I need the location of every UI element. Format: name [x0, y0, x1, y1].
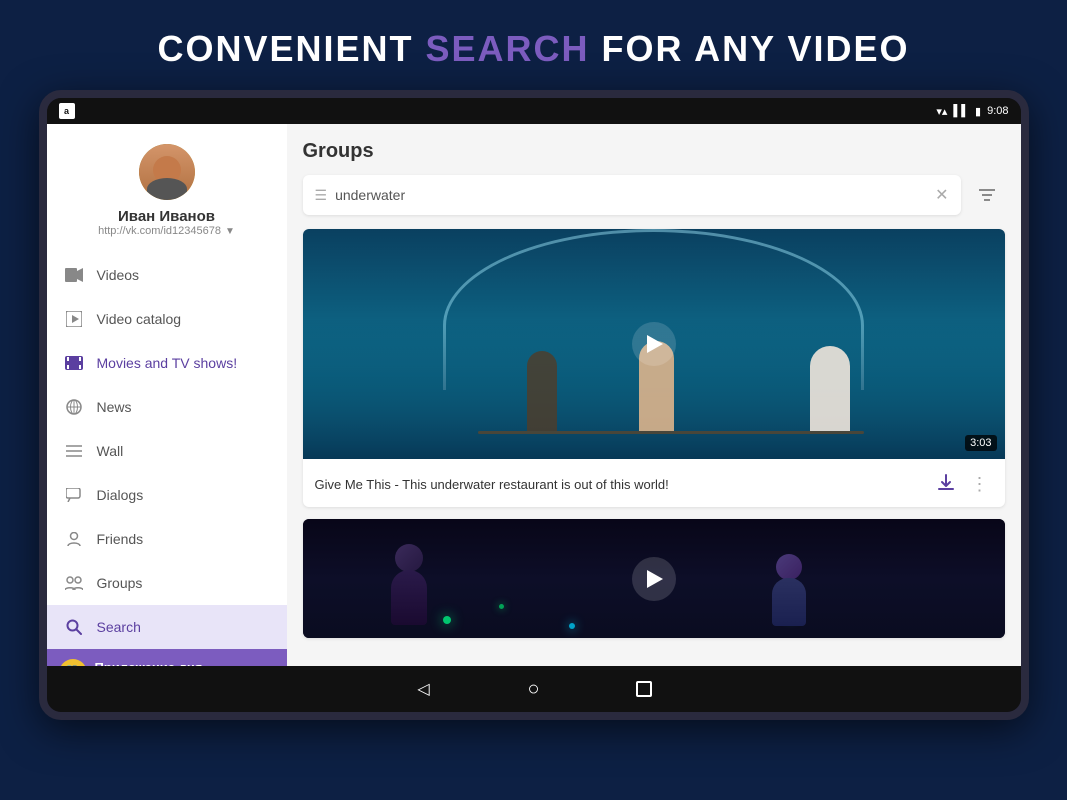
profile-url: http://vk.com/id12345678	[98, 225, 221, 237]
wall-icon	[63, 440, 85, 462]
video-title-1: Give Me This - This underwater restauran…	[315, 477, 925, 492]
sidebar-item-label-friends: Friends	[97, 531, 144, 547]
header-title-part2: FOR ANY VIDEO	[590, 28, 910, 69]
promo-icon: 🏅	[59, 659, 87, 666]
sidebar-item-dialogs[interactable]: Dialogs	[47, 473, 287, 517]
back-button[interactable]: ◁	[409, 674, 439, 704]
status-bar: a ▾▴ ▌▌ ▮ 9:08	[47, 98, 1021, 124]
video-card-2	[303, 519, 1005, 638]
status-bar-left: a	[59, 103, 75, 119]
sidebar-item-label-news: News	[97, 399, 132, 415]
video-catalog-icon	[63, 308, 85, 330]
sidebar-item-label-groups: Groups	[97, 575, 143, 591]
search-nav-icon	[63, 616, 85, 638]
avatar	[139, 144, 195, 200]
header-title: CONVENIENT SEARCH FOR ANY VIDEO	[0, 28, 1067, 70]
play-button-1[interactable]	[632, 322, 676, 366]
videos-icon	[63, 264, 85, 286]
sidebar-item-videos[interactable]: Videos	[47, 253, 287, 297]
filter-button[interactable]	[969, 177, 1005, 213]
sidebar-item-video-catalog[interactable]: Video catalog	[47, 297, 287, 341]
groups-icon	[63, 572, 85, 594]
status-bar-right: ▾▴ ▌▌ ▮ 9:08	[936, 105, 1008, 118]
header-title-highlight: SEARCH	[425, 28, 589, 69]
page-title: Groups	[303, 140, 1005, 163]
news-icon	[63, 396, 85, 418]
signal-icon: ▌▌	[953, 105, 969, 117]
sidebar-profile: Иван Иванов http://vk.com/id12345678 ▼	[47, 124, 287, 249]
sidebar: Иван Иванов http://vk.com/id12345678 ▼ V…	[47, 124, 287, 666]
movies-icon	[63, 352, 85, 374]
battery-icon: ▮	[975, 105, 981, 118]
sidebar-item-movies[interactable]: Movies and TV shows!	[47, 341, 287, 385]
header-title-part1: CONVENIENT	[157, 28, 425, 69]
main-content: Groups ☰ underwater ✕	[287, 124, 1021, 666]
sidebar-item-label-videos: Videos	[97, 267, 140, 283]
time-display: 9:08	[987, 105, 1008, 117]
sidebar-item-label-wall: Wall	[97, 443, 124, 459]
download-icon[interactable]	[933, 469, 959, 500]
sidebar-item-news[interactable]: News	[47, 385, 287, 429]
app-icon: a	[59, 103, 75, 119]
recent-button[interactable]	[629, 674, 659, 704]
sidebar-item-friends[interactable]: Friends	[47, 517, 287, 561]
tablet-content: Иван Иванов http://vk.com/id12345678 ▼ V…	[47, 124, 1021, 666]
header: CONVENIENT SEARCH FOR ANY VIDEO	[0, 0, 1067, 90]
search-query-text: underwater	[335, 187, 927, 203]
video-thumbnail-1[interactable]: 3:03	[303, 229, 1005, 459]
friends-icon	[63, 528, 85, 550]
home-button[interactable]: ○	[519, 674, 549, 704]
sidebar-item-wall[interactable]: Wall	[47, 429, 287, 473]
search-bar-row: ☰ underwater ✕	[303, 175, 1005, 215]
clear-search-icon[interactable]: ✕	[935, 185, 948, 205]
sidebar-item-label-search: Search	[97, 619, 141, 635]
sidebar-item-label-dialogs: Dialogs	[97, 487, 144, 503]
promo-banner[interactable]: 🏅 Приложение дня Скачивай лучшее →	[47, 649, 287, 666]
profile-url-row: http://vk.com/id12345678 ▼	[98, 225, 235, 237]
video-info-row-1: Give Me This - This underwater restauran…	[303, 459, 1005, 507]
play-button-2[interactable]	[632, 557, 676, 601]
sidebar-item-label-movies: Movies and TV shows!	[97, 355, 238, 371]
video-card-1: 3:03 Give Me This - This underwater rest…	[303, 229, 1005, 507]
more-options-icon[interactable]: ⋮	[967, 470, 993, 499]
dialogs-icon	[63, 484, 85, 506]
dropdown-arrow-icon[interactable]: ▼	[225, 226, 235, 237]
search-bar[interactable]: ☰ underwater ✕	[303, 175, 961, 215]
wifi-icon: ▾▴	[936, 105, 947, 118]
video-duration-1: 3:03	[965, 435, 996, 451]
sidebar-item-label-catalog: Video catalog	[97, 311, 182, 327]
video-thumbnail-2[interactable]	[303, 519, 1005, 638]
profile-name: Иван Иванов	[118, 208, 215, 225]
sidebar-item-groups[interactable]: Groups	[47, 561, 287, 605]
sidebar-item-search[interactable]: Search	[47, 605, 287, 649]
hamburger-icon: ☰	[315, 187, 328, 204]
tablet-frame: a ▾▴ ▌▌ ▮ 9:08 Иван Иванов http://vk.com…	[39, 90, 1029, 720]
bottom-nav: ◁ ○	[47, 666, 1021, 712]
